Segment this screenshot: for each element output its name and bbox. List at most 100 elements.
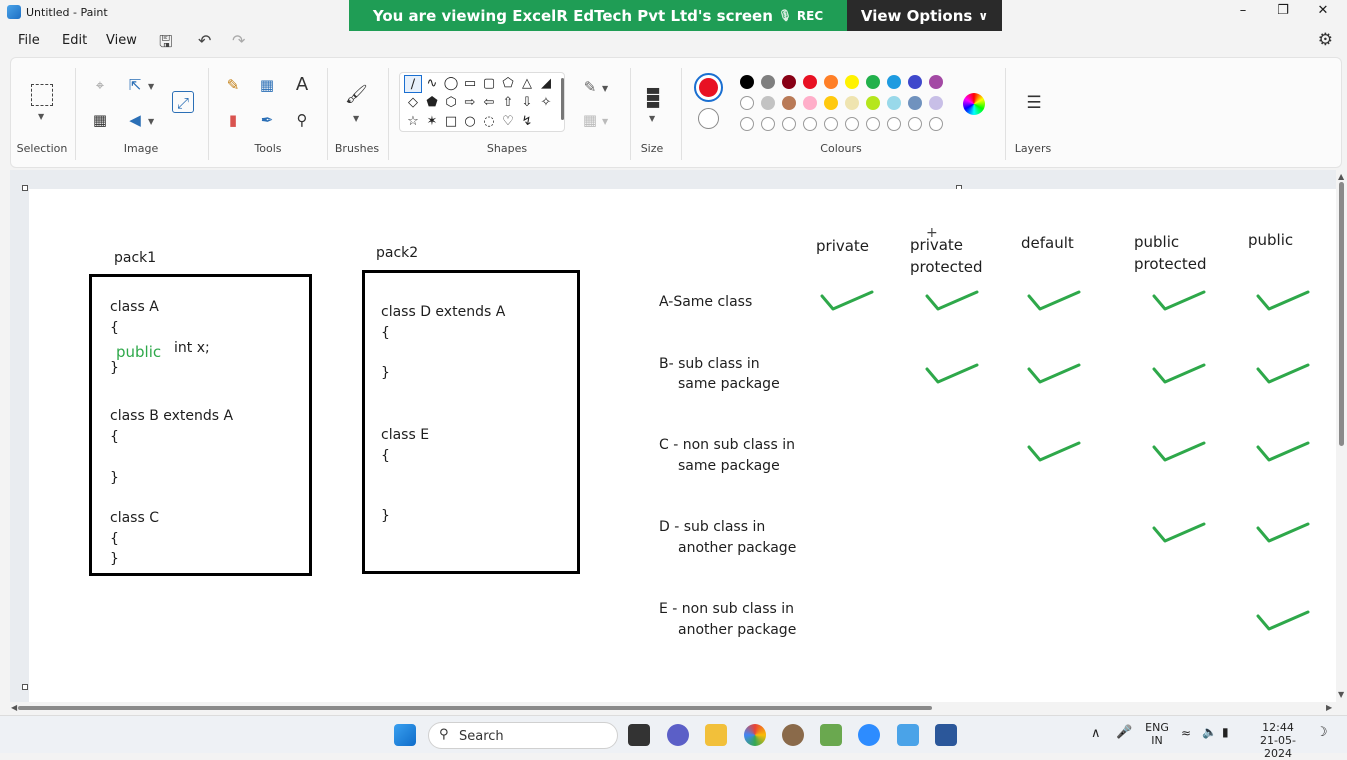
color-swatch[interactable] [908,75,922,89]
crop-icon[interactable]: ⌖ [89,74,111,96]
lightning-shape-icon[interactable]: ↯ [518,113,536,131]
color-swatch[interactable] [866,75,880,89]
layers-icon[interactable]: ☰ [1023,92,1045,114]
hexagon-shape-icon[interactable]: ⬡ [442,94,460,112]
color-swatch[interactable] [761,75,775,89]
custom-color-slot[interactable] [740,117,754,131]
minimize-button[interactable]: – [1232,3,1254,21]
outline-caret-icon[interactable]: ▼ [602,84,608,93]
color-swatch[interactable] [887,75,901,89]
custom-color-slot[interactable] [887,117,901,131]
custom-color-slot[interactable] [824,117,838,131]
custom-color-slot[interactable] [908,117,922,131]
taskbar-search[interactable]: ⚲ Search [428,722,618,749]
file-explorer-icon[interactable] [705,724,727,746]
pentagon-shape-icon[interactable]: ⬟ [423,94,441,112]
scroll-down-icon[interactable]: ▼ [1338,690,1344,699]
color-swatch[interactable] [761,96,775,110]
color-swatch[interactable] [929,96,943,110]
scroll-up-icon[interactable]: ▲ [1338,172,1344,181]
vertical-scroll-thumb[interactable] [1339,182,1344,446]
color-swatch[interactable] [845,96,859,110]
close-button[interactable]: ✕ [1312,3,1334,21]
size-caret-icon[interactable]: ▼ [649,114,655,123]
arrow-down-shape-icon[interactable]: ⇩ [518,94,536,112]
custom-color-slot[interactable] [845,117,859,131]
vertical-scrollbar[interactable]: ▲ ▼ [1336,170,1347,702]
custom-color-slot[interactable] [866,117,880,131]
fill-caret-icon[interactable]: ▼ [602,117,608,126]
eraser-icon[interactable]: ▮ [222,109,244,131]
rounded-rectangle-shape-icon[interactable]: ▢ [480,75,498,93]
diamond-shape-icon[interactable]: ◇ [404,94,422,112]
view-options-button[interactable]: View Options ∨ [847,0,1002,31]
chrome-icon[interactable] [744,724,766,746]
color-swatch[interactable] [908,96,922,110]
callout-rect-shape-icon[interactable]: □ [442,113,460,131]
resize-icon[interactable]: ⇱ [124,74,146,96]
rectangle-shape-icon[interactable]: ▭ [461,75,479,93]
selection-caret-icon[interactable]: ▼ [38,112,44,121]
color-swatch[interactable] [740,75,754,89]
four-point-star-shape-icon[interactable]: ✧ [537,94,555,112]
color-swatch[interactable] [803,75,817,89]
drawing-canvas[interactable]: pack1 class A { public int x; } class B … [29,189,1336,702]
arrow-right-shape-icon[interactable]: ⇨ [461,94,479,112]
resize-caret-icon[interactable]: ▼ [148,82,154,91]
color-swatch[interactable] [782,96,796,110]
rotate-icon[interactable]: ◀ [124,109,146,131]
fill-icon[interactable]: ▦ [579,109,601,131]
arrow-left-shape-icon[interactable]: ⇦ [480,94,498,112]
curve-shape-icon[interactable]: ∿ [423,75,441,93]
line-shape-icon[interactable]: ∕ [404,75,422,93]
app-icon[interactable] [782,724,804,746]
canvas-resize-handle[interactable] [22,185,28,191]
magnifier-icon[interactable]: ⚲ [291,109,313,131]
rotate-caret-icon[interactable]: ▼ [148,117,154,126]
teams-icon[interactable] [667,724,689,746]
size-icon[interactable]: ▬ ▬ ▬ [641,82,663,112]
menu-file[interactable]: File [18,33,40,48]
menu-edit[interactable]: Edit [62,33,87,48]
color-swatch[interactable] [824,75,838,89]
custom-color-slot[interactable] [761,117,775,131]
battery-icon[interactable]: ▮ [1222,725,1229,739]
tray-chevron-up-icon[interactable]: ∧ [1091,726,1101,741]
triangle-shape-icon[interactable]: △ [518,75,536,93]
color-swatch[interactable] [803,96,817,110]
canvas-resize-handle[interactable] [22,684,28,690]
paint-taskbar-icon[interactable] [897,724,919,746]
task-view-icon[interactable] [628,724,650,746]
horizontal-scroll-thumb[interactable] [18,706,932,710]
shapes-scrollbar[interactable] [561,78,564,120]
brushes-caret-icon[interactable]: ▼ [353,114,359,123]
color-swatch[interactable] [782,75,796,89]
redo-icon[interactable]: ↷ [232,31,245,50]
color-swatch[interactable] [887,96,901,110]
word-icon[interactable] [935,724,957,746]
color-swatch[interactable] [740,96,754,110]
microphone-icon[interactable]: 🎤 [1116,725,1132,740]
menu-view[interactable]: View [106,33,137,48]
selection-icon[interactable] [31,84,53,106]
secondary-color-button[interactable] [698,108,719,129]
oval-shape-icon[interactable]: ◯ [442,75,460,93]
color-picker-icon[interactable]: ✒ [256,109,278,131]
wifi-icon[interactable]: ≈ [1181,726,1191,740]
volume-icon[interactable]: 🔈 [1202,725,1217,739]
pencil-icon[interactable]: ✎ [222,74,244,96]
polygon-shape-icon[interactable]: ⬠ [499,75,517,93]
callout-cloud-shape-icon[interactable]: ◌ [480,113,498,131]
primary-color-button[interactable] [694,73,723,102]
language-indicator[interactable]: ENG IN [1144,721,1170,747]
select-all-icon[interactable]: ▦ [89,109,111,131]
horizontal-scrollbar[interactable]: ◀ ▶ [10,702,1336,713]
edit-colors-icon[interactable] [963,93,985,115]
color-swatch[interactable] [866,96,880,110]
save-icon[interactable]: 🖫 [159,31,173,58]
custom-color-slot[interactable] [929,117,943,131]
five-point-star-shape-icon[interactable]: ☆ [404,113,422,131]
color-swatch[interactable] [929,75,943,89]
zoom-icon[interactable] [858,724,880,746]
image-tools-icon[interactable]: ⤢ [172,91,194,113]
